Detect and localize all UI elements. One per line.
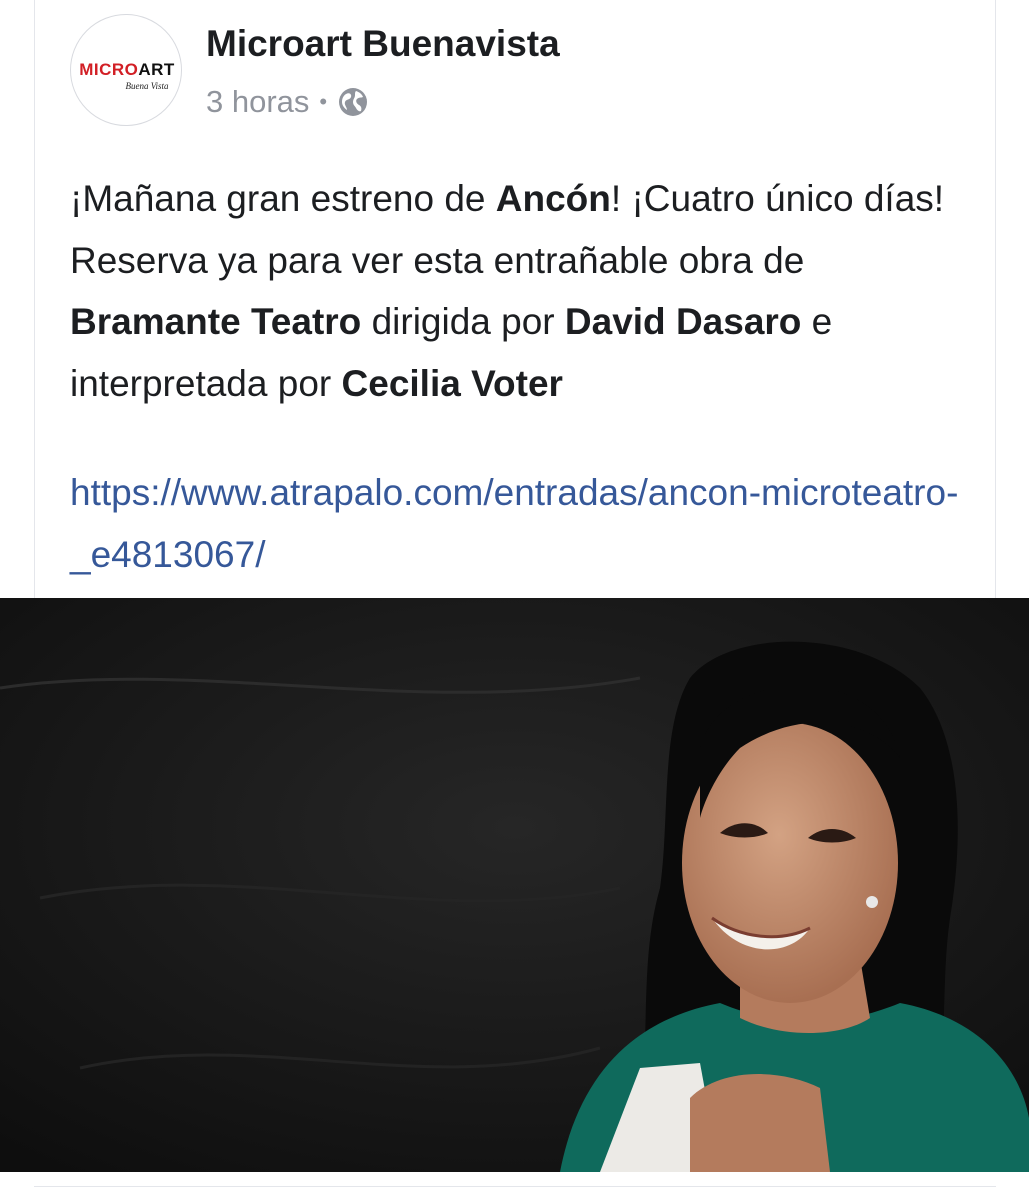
avatar-logo-text: MICROART	[79, 60, 175, 79]
post-link[interactable]: https://www.atrapalo.com/entradas/ancon-…	[70, 462, 970, 585]
bold-ancon: Ancón	[495, 178, 611, 219]
post-footer-strip	[0, 1172, 1029, 1200]
post-meta: 3 horas •	[206, 82, 369, 122]
bold-david-dasaro: David Dasaro	[564, 301, 802, 342]
post-body-text: ¡Mañana gran estreno de Ancón! ¡Cuatro ú…	[70, 178, 945, 404]
page-name-link[interactable]: Microart Buenavista	[206, 22, 560, 66]
globe-icon[interactable]	[337, 86, 369, 118]
post-timestamp[interactable]: 3 horas	[206, 84, 309, 120]
photo-illustration	[0, 598, 1029, 1172]
footer-divider	[34, 1186, 996, 1187]
page-avatar[interactable]: MICROART Buena Vista	[70, 14, 182, 126]
meta-separator: •	[319, 89, 328, 114]
avatar-logo-script: Buena Vista	[125, 81, 169, 91]
bold-cecilia-voter: Cecilia Voter	[341, 362, 563, 404]
bold-bramante-teatro: Bramante Teatro	[70, 301, 362, 342]
post-photo[interactable]	[0, 598, 1029, 1172]
